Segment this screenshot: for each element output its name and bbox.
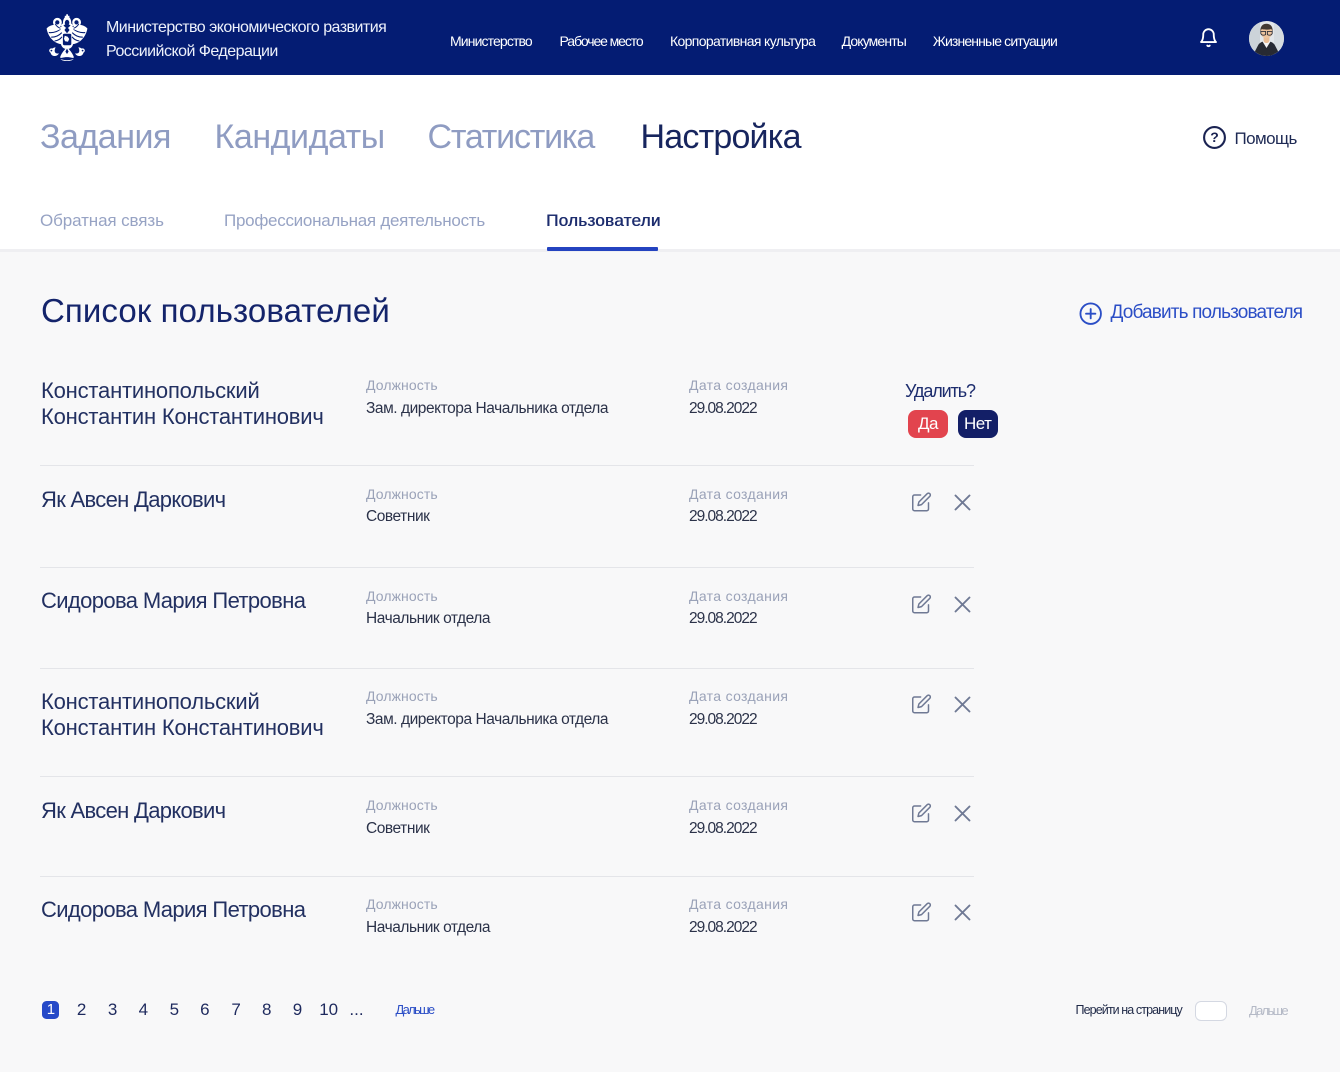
svg-text:?: ? [1210, 129, 1219, 145]
